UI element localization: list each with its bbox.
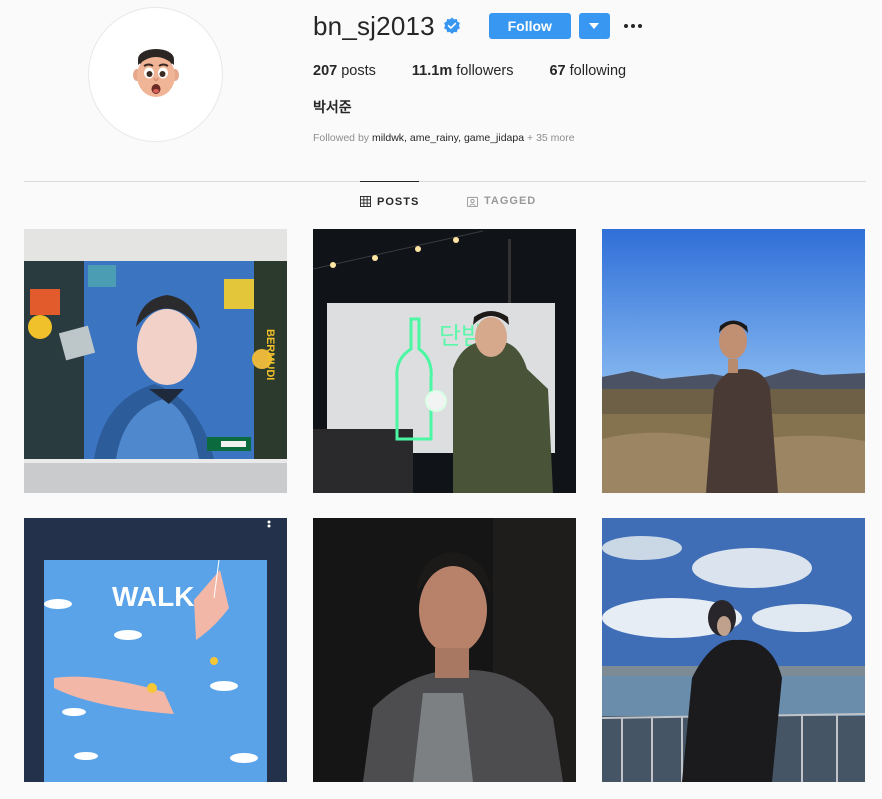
post-thumbnail[interactable]: 단밤	[313, 229, 576, 493]
post-thumbnail[interactable]	[313, 518, 576, 782]
caret-down-icon	[589, 23, 600, 29]
post-thumbnail[interactable]	[602, 229, 865, 493]
profile-page: bn_sj2013 Follow 207 posts 11.1m followe…	[0, 0, 882, 799]
stat-posts: 207 posts	[313, 63, 376, 79]
post-poster-text: WALK	[112, 581, 194, 612]
grid-icon	[360, 196, 371, 207]
post-sign-text: BERMUDI	[264, 329, 276, 380]
followed-by[interactable]: Followed by mildwk, ame_rainy, game_jida…	[313, 132, 882, 144]
stat-label: following	[569, 63, 627, 79]
followed-by-names: mildwk, ame_rainy, game_jidapa	[371, 132, 525, 144]
post-thumbnail[interactable]: BERMUDI	[24, 229, 287, 493]
profile-tabs: POSTS TAGGED	[0, 181, 882, 221]
more-options-button[interactable]	[622, 13, 644, 39]
verified-badge-icon	[443, 17, 460, 34]
post-image-neon: 단밤	[313, 229, 576, 493]
dot-icon	[630, 24, 635, 28]
stat-following[interactable]: 67 following	[549, 63, 626, 79]
suggested-accounts-dropdown-button[interactable]	[578, 13, 610, 39]
followed-by-prefix: Followed by	[313, 132, 370, 144]
post-image-walk: WALK	[24, 518, 287, 782]
stat-followers[interactable]: 11.1m followers	[412, 63, 514, 79]
stat-value: 207	[313, 63, 338, 79]
username: bn_sj2013	[313, 10, 435, 41]
post-image-sunset	[602, 229, 865, 493]
dot-icon	[623, 24, 628, 28]
stat-value: 67	[549, 63, 566, 79]
tab-posts[interactable]: POSTS	[360, 181, 420, 221]
stat-label: followers	[456, 63, 514, 79]
follow-button[interactable]: Follow	[488, 13, 571, 39]
tagged-icon	[467, 196, 478, 207]
tab-label: TAGGED	[484, 195, 537, 207]
dot-icon	[637, 24, 642, 28]
profile-avatar[interactable]	[88, 7, 223, 142]
post-thumbnail[interactable]	[602, 518, 865, 782]
stat-label: posts	[341, 63, 376, 79]
full-name: 박서준	[313, 100, 352, 116]
tab-label: POSTS	[377, 195, 420, 208]
memoji-avatar-icon	[132, 48, 179, 97]
stat-value: 11.1m	[411, 63, 453, 79]
profile-info: bn_sj2013 Follow 207 posts 11.1m followe…	[313, 10, 882, 144]
profile-title-row: bn_sj2013 Follow	[313, 10, 882, 42]
post-thumbnail[interactable]: WALK	[24, 518, 287, 782]
post-image-river	[602, 518, 865, 782]
tab-tagged[interactable]: TAGGED	[467, 181, 536, 221]
post-image-mural: BERMUDI	[24, 229, 287, 493]
profile-stats: 207 posts 11.1m followers 67 following	[313, 63, 882, 79]
followed-by-more: + 35 more	[527, 132, 575, 144]
post-image-portrait	[313, 518, 576, 782]
